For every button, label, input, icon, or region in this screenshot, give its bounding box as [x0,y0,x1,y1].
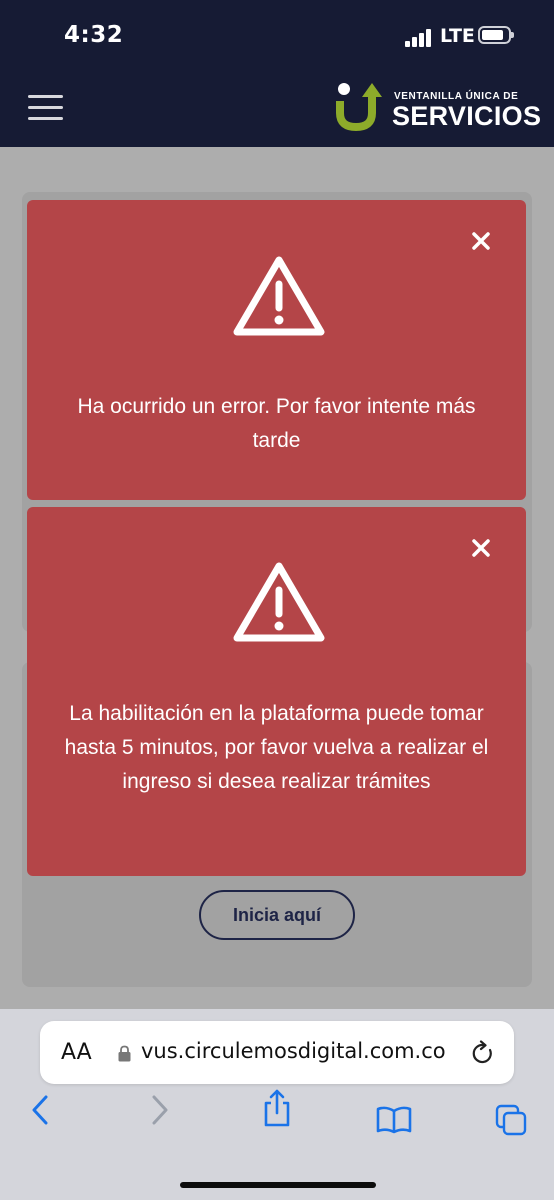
close-icon[interactable] [470,537,492,559]
status-bar: 4:32 LTE [0,0,554,67]
warning-icon [233,256,325,336]
logo-line2: SERVICIOS [392,101,542,131]
url-text[interactable]: vus.circulemosdigital.com.co [141,1039,456,1063]
home-indicator [180,1182,376,1188]
start-here-button[interactable]: Inicia aquí [199,890,355,940]
alert-message: La habilitación en la plataforma puede t… [64,702,489,793]
share-icon[interactable] [262,1088,292,1128]
signal-icon [405,27,435,47]
reload-icon[interactable] [471,1040,495,1066]
hamburger-menu-icon[interactable] [28,93,63,121]
bookmarks-icon[interactable] [376,1106,412,1134]
forward-icon[interactable] [150,1095,170,1125]
logo-mark-icon [336,83,382,132]
status-time: 4:32 [64,22,124,48]
alert-message: Ha ocurrido un error. Por favor intente … [77,395,476,452]
back-icon[interactable] [30,1095,50,1125]
app-header: VENTANILLA ÚNICA DE SERVICIOS [0,67,554,147]
lock-icon [118,1045,131,1062]
error-alert: Ha ocurrido un error. Por favor intente … [27,200,526,500]
text-size-button[interactable]: AA [61,1040,92,1065]
tabs-icon[interactable] [495,1104,527,1136]
logo: VENTANILLA ÚNICA DE SERVICIOS [336,81,541,133]
network-label: LTE [440,25,475,47]
address-bar[interactable]: AA vus.circulemosdigital.com.co [40,1021,514,1084]
warning-icon [233,562,325,642]
battery-icon [478,26,514,44]
info-alert: La habilitación en la plataforma puede t… [27,507,526,876]
close-icon[interactable] [470,230,492,252]
